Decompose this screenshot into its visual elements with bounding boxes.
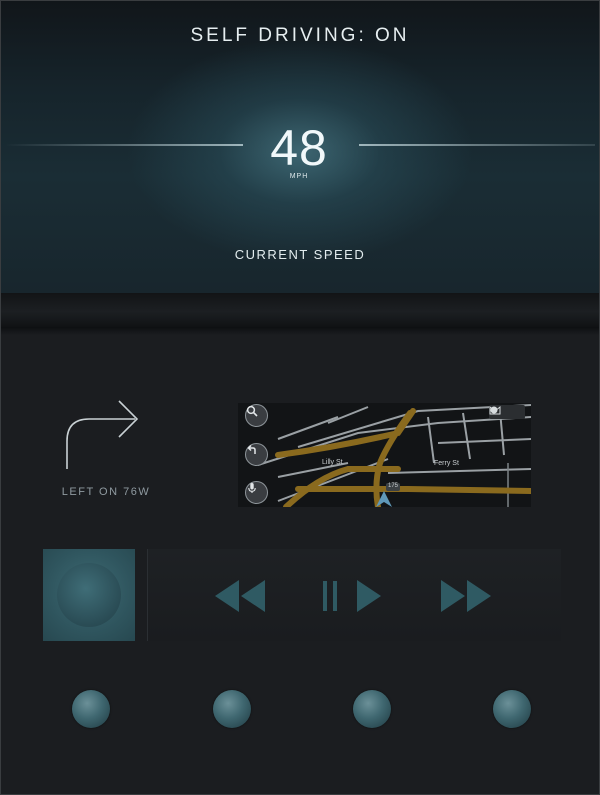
map-voice-button[interactable] [245, 481, 268, 504]
navigation-map[interactable]: Lilly St Ferry St 175 [238, 403, 531, 507]
self-driving-status[interactable]: SELF DRIVING: ON [1, 25, 599, 47]
dashboard: SELF DRIVING: ON 48 MPH CURRENT SPEED LE… [0, 0, 600, 795]
map-search-button[interactable] [245, 404, 268, 427]
rewind-icon[interactable] [211, 578, 267, 614]
speed-line-right [359, 144, 595, 146]
quick-button-3[interactable] [353, 690, 391, 728]
speed-line-left [5, 144, 243, 146]
quick-button-4[interactable] [493, 690, 531, 728]
mail-icon[interactable] [489, 405, 501, 415]
back-arrow-icon [247, 444, 256, 454]
map-recenter-button[interactable] [245, 443, 268, 466]
microphone-icon [248, 483, 256, 493]
speed-value: 48 [270, 120, 328, 176]
map-roads [257, 404, 531, 507]
divider-band [1, 293, 599, 327]
album-disc [57, 563, 121, 627]
map-street-label-1: Lilly St [322, 459, 343, 466]
turn-instruction: LEFT ON 76W [61, 486, 151, 498]
map-toolbar [489, 405, 525, 419]
speed-unit: MPH [289, 173, 309, 180]
speed-caption: CURRENT SPEED [234, 247, 366, 262]
search-icon [246, 405, 258, 417]
quick-button-2[interactable] [213, 690, 251, 728]
speed-panel: SELF DRIVING: ON 48 MPH CURRENT SPEED [1, 1, 599, 293]
divider-shadow [1, 327, 599, 335]
album-art[interactable] [43, 549, 135, 641]
turn-arrow-icon [66, 400, 139, 469]
route-badge: 175 [388, 483, 399, 489]
quick-button-1[interactable] [72, 690, 110, 728]
play-pause-icon[interactable] [319, 578, 385, 614]
fast-forward-icon[interactable] [439, 578, 495, 614]
map-street-label-2: Ferry St [434, 460, 459, 467]
